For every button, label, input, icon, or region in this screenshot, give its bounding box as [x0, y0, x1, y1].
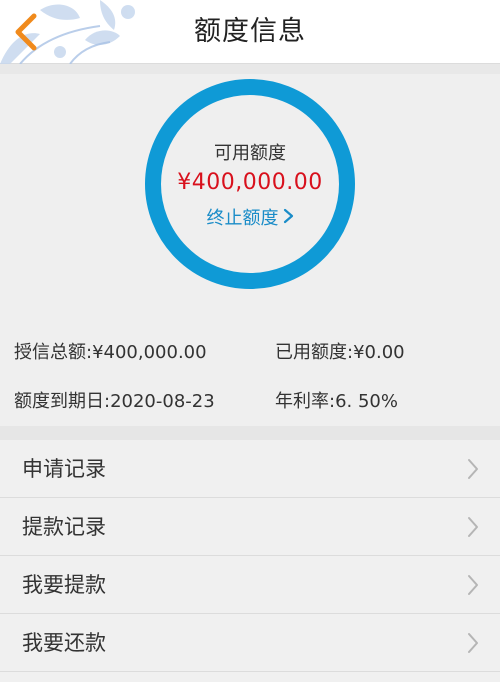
available-credit-amount: ¥400,000.00	[177, 170, 323, 195]
annual-rate-text: 年利率:6. 50%	[275, 391, 398, 412]
menu-item-label: 提款记录	[22, 515, 106, 539]
menu-item-label: 我要提款	[22, 573, 106, 597]
chevron-right-icon	[283, 208, 294, 229]
action-menu: 申请记录 提款记录 我要提款 我要还款	[0, 440, 500, 672]
menu-item-withdraw[interactable]: 我要提款	[0, 556, 500, 614]
section-divider	[0, 64, 500, 74]
available-credit-label: 可用额度	[214, 143, 286, 164]
chevron-right-icon	[466, 631, 480, 655]
menu-item-label: 我要还款	[22, 631, 106, 655]
used-credit-text: 已用额度:¥0.00	[275, 342, 405, 363]
chevron-right-icon	[466, 515, 480, 539]
total-credit-text: 授信总额:¥400,000.00	[14, 342, 207, 363]
menu-item-withdraw-records[interactable]: 提款记录	[0, 498, 500, 556]
expire-date-text: 额度到期日:2020-08-23	[14, 391, 215, 412]
credit-summary: 可用额度 ¥400,000.00 终止额度 授信总额:¥400,000.00 已…	[0, 74, 500, 426]
credit-info-page: 额度信息 可用额度 ¥400,000.00 终止额度 授信总额:¥400,000…	[0, 0, 500, 682]
header-bar: 额度信息	[0, 0, 500, 64]
terminate-credit-label: 终止额度	[206, 208, 279, 229]
menu-item-apply-records[interactable]: 申请记录	[0, 440, 500, 498]
menu-item-repay[interactable]: 我要还款	[0, 614, 500, 672]
terminate-credit-link[interactable]: 终止额度	[145, 204, 355, 230]
menu-item-label: 申请记录	[22, 457, 106, 481]
section-divider	[0, 426, 500, 440]
page-title: 额度信息	[194, 16, 306, 47]
chevron-right-icon	[466, 573, 480, 597]
chevron-right-icon	[466, 457, 480, 481]
